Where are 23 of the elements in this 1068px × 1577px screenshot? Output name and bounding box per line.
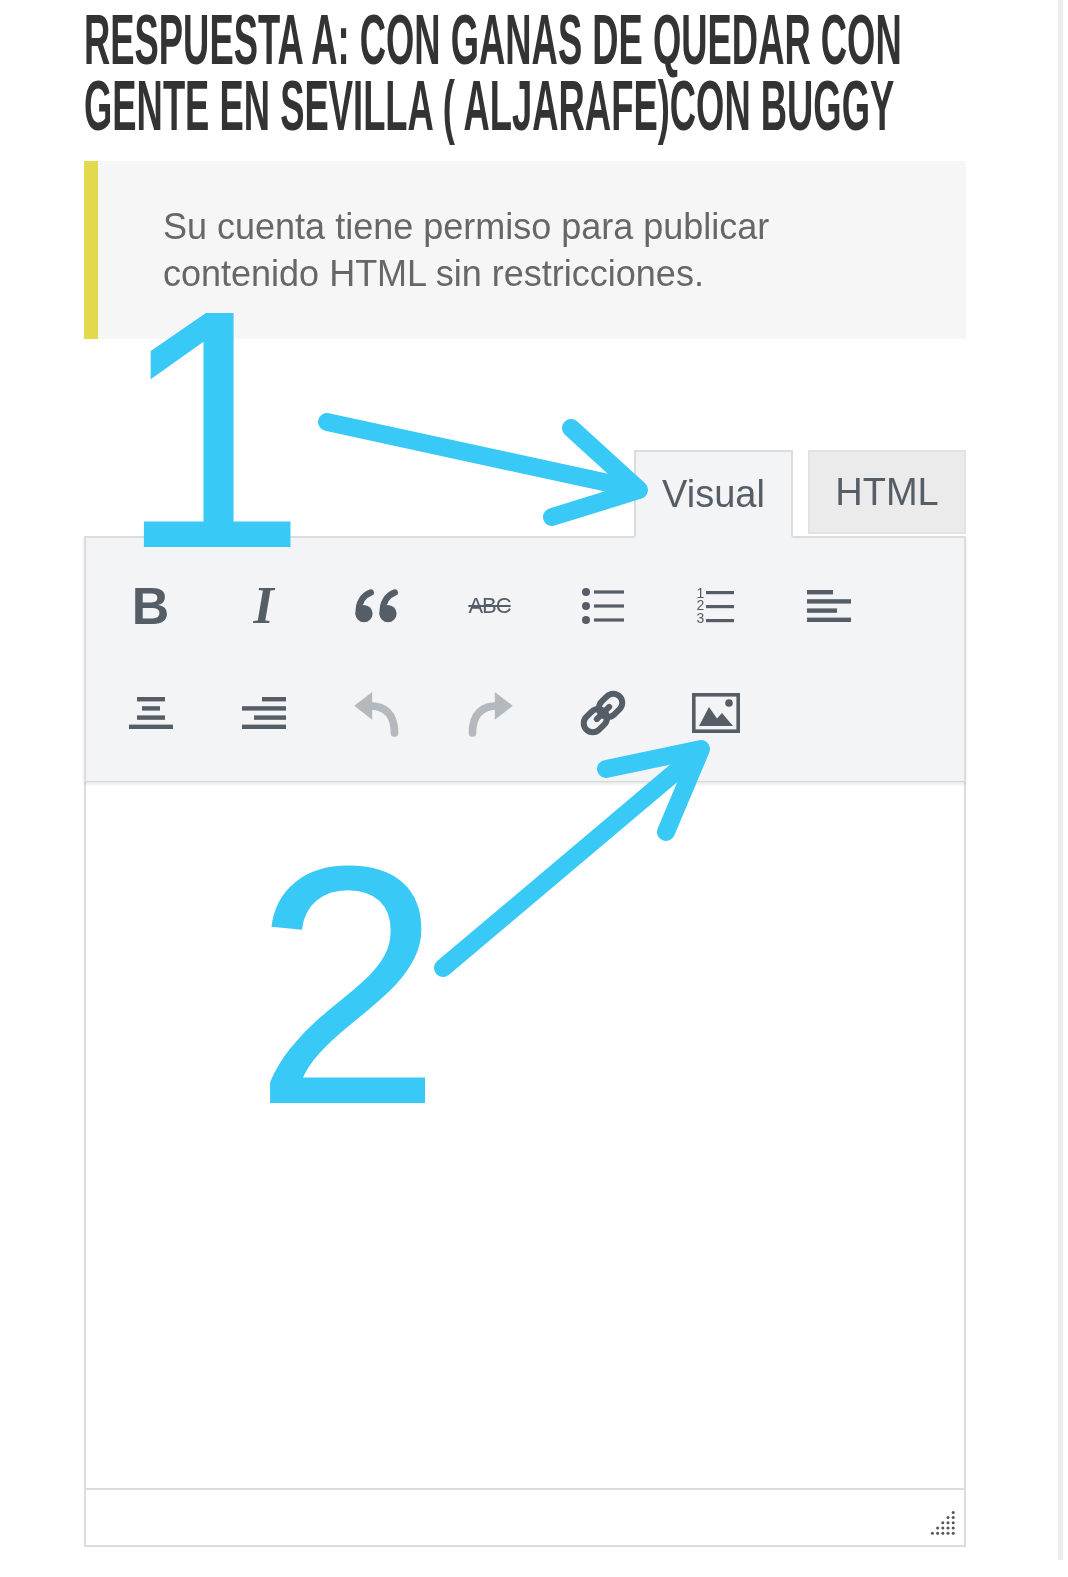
- editor-tab[interactable]: Visual: [634, 450, 793, 538]
- notice-text: Su cuenta tiene permiso para publicar contenido HTML sin restricciones.: [163, 205, 771, 296]
- annotation-number: 2: [253, 858, 443, 1113]
- bold-button[interactable]: B: [131, 579, 170, 632]
- align-left-icon: [806, 589, 851, 622]
- blockquote-button[interactable]: [353, 588, 400, 623]
- annotation-number: 1: [118, 302, 308, 557]
- numbered-list-button[interactable]: 1 2 3: [696, 586, 735, 625]
- insert-image-button[interactable]: [691, 692, 740, 733]
- resize-grip-icon[interactable]: [930, 1510, 956, 1536]
- align-center-icon: [128, 696, 173, 729]
- page-title: RESPUESTA A: CON GANAS DE QUEDAR CON GENTE EN SEVILLA ( ALJARAFE)CON BUGGY: [84, 0, 903, 147]
- strikethrough-button[interactable]: ABC: [468, 594, 511, 617]
- align-left-button[interactable]: [806, 589, 851, 622]
- quote-icon: [353, 588, 400, 623]
- align-right-icon: [241, 696, 286, 729]
- bullet-list-icon: [581, 586, 624, 625]
- align-center-button[interactable]: [128, 696, 173, 729]
- bullet-list-button[interactable]: [581, 586, 624, 625]
- image-icon: [691, 692, 740, 733]
- align-right-button[interactable]: [241, 696, 286, 729]
- italic-button[interactable]: I: [253, 579, 274, 632]
- editor-tab[interactable]: HTML: [808, 450, 966, 534]
